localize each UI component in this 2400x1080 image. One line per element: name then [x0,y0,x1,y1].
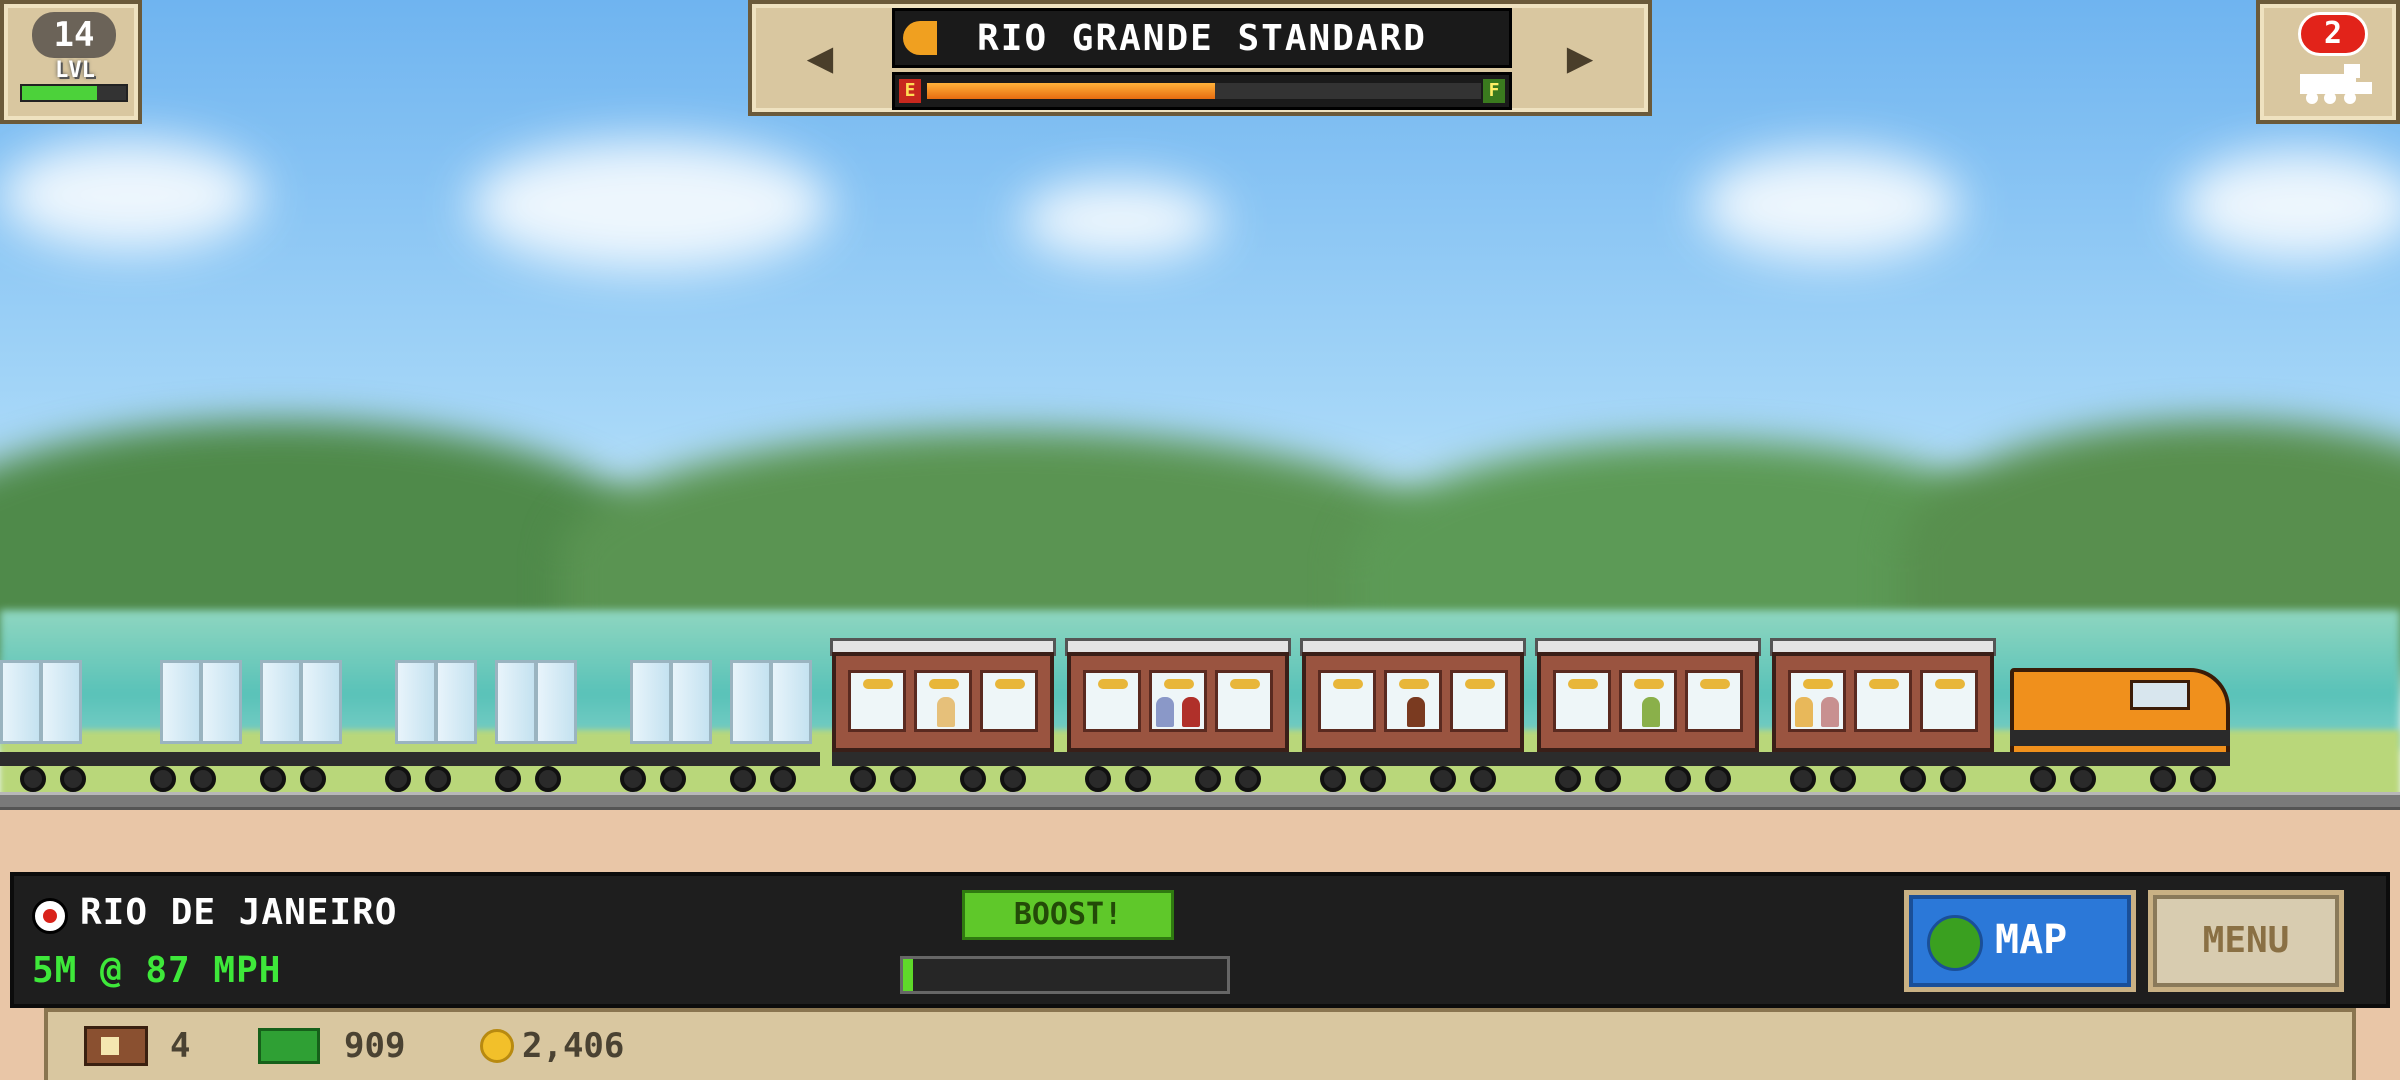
left-arrow-icon: ◀ [806,31,834,83]
level-number: 14 [32,12,116,58]
map-button[interactable]: MAP [1904,890,2136,992]
passenger-car [1300,638,1526,752]
trains-count-badge: 2 [2298,12,2368,56]
status-bar: RIO DE JANEIRO 5M @ 87 MPH BOOST! MAP ME… [10,872,2390,1008]
passenger-car [1535,638,1761,752]
fuel-bar [927,83,1481,99]
cloud [470,140,830,270]
right-arrow-icon: ▶ [1566,31,1594,83]
cloud [1020,180,1220,260]
cloud [0,140,260,250]
trains-button[interactable]: 2 [2256,0,2400,124]
boost-meter [900,956,1230,994]
route-selector: ◀ RIO GRANDE STANDARD E F ▶ [748,0,1652,116]
menu-button[interactable]: MENU [2148,890,2344,992]
crates-count: 4 [170,1026,191,1066]
current-location: RIO DE JANEIRO [80,892,398,933]
cash-icon [258,1028,320,1064]
globe-icon [1927,915,1983,971]
level-progress-fill [22,86,97,100]
fuel-full-label: F [1483,79,1505,103]
car-chassis [832,752,2012,766]
fuel-gauge: E F [892,72,1512,110]
glass-flat-car [160,660,342,750]
speed-readout: 5M @ 87 MPH [32,950,282,991]
coin-icon [480,1029,514,1063]
resources-bar: 4 909 2,406 [44,1008,2356,1080]
passenger-car [1770,638,1996,752]
prev-route-button[interactable]: ◀ [760,12,880,102]
cloud [2180,150,2400,260]
fuel-empty-label: E [899,79,921,103]
crates-stat[interactable]: 4 [84,1022,190,1070]
map-button-label: MAP [1995,917,2068,963]
boost-meter-fill [903,959,913,991]
cloud [1700,150,1960,260]
glass-flat-car [630,660,812,750]
railway-track [0,792,2400,810]
coins-stat[interactable]: 2,406 [480,1022,624,1070]
glass-flat-car [395,660,577,750]
crate-icon [84,1026,148,1066]
route-name: RIO GRANDE STANDARD [977,18,1427,59]
cash-amount: 909 [344,1026,406,1066]
train-icon [2300,64,2372,104]
level-progress-bar [20,84,128,102]
next-route-button[interactable]: ▶ [1520,12,1640,102]
passenger-car [1065,638,1291,752]
level-label: LVL [55,58,95,83]
locomotive-chassis [2010,752,2230,766]
location-pin-icon [32,898,68,934]
cash-stat[interactable]: 909 [258,1022,405,1070]
route-title-bar: RIO GRANDE STANDARD [892,8,1512,68]
glass-flat-car [0,660,110,750]
boost-button[interactable]: BOOST! [962,890,1174,940]
coins-amount: 2,406 [522,1026,625,1066]
fuel-fill [927,83,1216,99]
passenger-car [830,638,1056,752]
level-panel[interactable]: 14 LVL [0,0,142,124]
flat-car-deck [0,752,820,766]
